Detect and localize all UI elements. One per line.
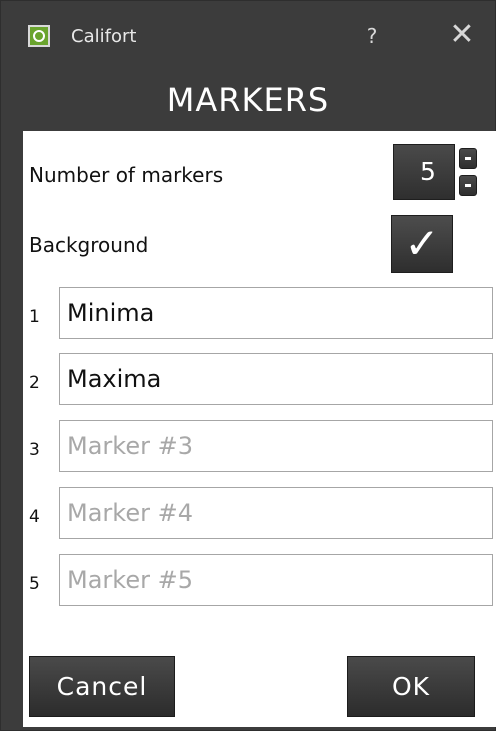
marker-2-field[interactable] — [59, 353, 493, 405]
marker-1-number: 1 — [29, 307, 40, 327]
background-checkbox[interactable]: ✓ — [391, 215, 453, 273]
califort-app-icon — [28, 25, 50, 47]
window-title: Califort — [71, 26, 137, 47]
number-of-markers-label: Number of markers — [29, 163, 224, 187]
marker-3-number: 3 — [29, 440, 40, 460]
marker-4-number: 4 — [29, 507, 40, 527]
marker-1-field[interactable] — [59, 287, 493, 339]
cancel-button[interactable]: Cancel — [29, 656, 175, 717]
ok-button[interactable]: OK — [347, 656, 475, 717]
marker-5-field[interactable] — [59, 554, 493, 606]
spin-down-arrow-icon[interactable] — [459, 175, 477, 196]
number-of-markers-value[interactable]: 5 — [393, 144, 455, 200]
close-icon[interactable]: ✕ — [445, 18, 479, 52]
markers-dialog-window: Califort ? ✕ MARKERS Number of markers 5… — [0, 0, 496, 731]
title-bar[interactable]: Califort ? ✕ — [1, 1, 495, 77]
marker-4-field[interactable] — [59, 487, 493, 539]
dialog-heading: MARKERS — [166, 81, 330, 119]
marker-5-number: 5 — [29, 574, 40, 594]
spin-up-arrow-icon[interactable] — [459, 148, 477, 169]
background-label: Background — [29, 233, 149, 257]
help-button[interactable]: ? — [357, 19, 387, 53]
marker-2-number: 2 — [29, 373, 40, 393]
marker-3-field[interactable] — [59, 420, 493, 472]
